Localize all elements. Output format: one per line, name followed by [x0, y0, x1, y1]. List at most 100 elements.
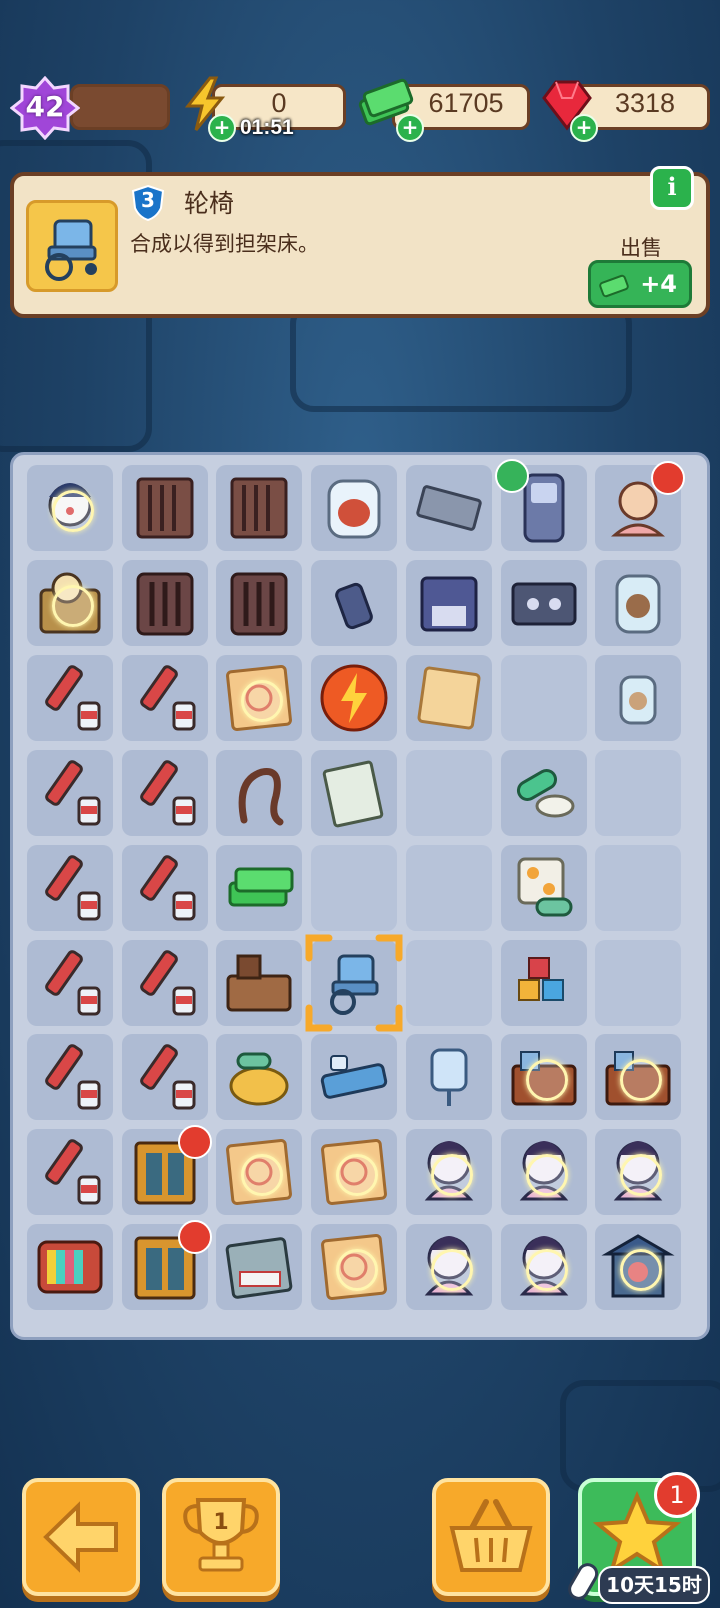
- back-button[interactable]: [22, 1478, 140, 1596]
- shop-basket-button[interactable]: [432, 1478, 550, 1596]
- old-paper-icon: [417, 666, 481, 730]
- syringe-icon: [45, 759, 101, 826]
- board-cell-syringe[interactable]: [27, 1034, 113, 1121]
- board-cell-floppy-disk[interactable]: [405, 559, 492, 646]
- board-cell-energy-orb[interactable]: [311, 654, 398, 741]
- board-cell-syringe[interactable]: [27, 654, 113, 741]
- sparkle-ring-icon: [241, 679, 284, 722]
- xp-bar[interactable]: [70, 84, 170, 130]
- board-cell-elevator[interactable]: [121, 1125, 212, 1216]
- wheelchair-icon: [45, 219, 97, 281]
- basket-icon: [449, 1499, 533, 1572]
- board-cell-doll-girl[interactable]: [595, 461, 686, 551]
- board-cell-cassette[interactable]: [500, 559, 587, 646]
- board-cell-broken-desk[interactable]: [216, 939, 303, 1026]
- sell-value: +4: [640, 270, 677, 298]
- cassette-icon: [511, 582, 576, 626]
- board-cell-desk-locked[interactable]: [595, 1034, 682, 1121]
- clock-badge-icon: [651, 461, 686, 495]
- board-cell-shrine[interactable]: [595, 1224, 682, 1311]
- board-cell-empty[interactable]: [405, 939, 492, 1026]
- board-cell-syringe[interactable]: [27, 749, 113, 836]
- board-cell-syringe[interactable]: [121, 749, 208, 836]
- board-cell-cage-door[interactable]: [216, 559, 303, 646]
- board-cell-film-strip[interactable]: [405, 465, 492, 551]
- syringe-icon: [45, 854, 101, 921]
- item-description: 合成以得到担架床。: [130, 232, 319, 256]
- board-cell-doll-clown[interactable]: [27, 465, 113, 551]
- board-cell-syringe[interactable]: [121, 844, 208, 931]
- board-cell-syringe[interactable]: [121, 939, 208, 1026]
- board-cell-syringe[interactable]: [27, 939, 113, 1026]
- board-cell-iv-bag[interactable]: [405, 1034, 492, 1121]
- board-cell-empty[interactable]: [311, 844, 398, 931]
- trophy-button[interactable]: 1: [162, 1478, 280, 1596]
- board-cell-pills[interactable]: [500, 749, 587, 836]
- board-cell-old-paper[interactable]: [405, 654, 492, 741]
- board-cell-pill-pack[interactable]: [500, 844, 587, 931]
- board-cell-hospital-bed[interactable]: [311, 1034, 398, 1121]
- board-cell-cage-door[interactable]: [121, 559, 208, 646]
- board-cell-cage[interactable]: [216, 465, 303, 551]
- board-cell-newspaper[interactable]: [311, 749, 398, 836]
- board-cell-syringe[interactable]: [121, 654, 208, 741]
- item-level: 3: [141, 188, 155, 212]
- board-cell-box-toys[interactable]: [27, 559, 113, 646]
- cash-stack-icon: [228, 867, 294, 907]
- board-cell-whip[interactable]: [216, 749, 303, 836]
- selection-frame: [305, 934, 403, 1031]
- item-info-panel: 3 轮椅 合成以得到担架床。 i 出售 +4: [10, 166, 710, 318]
- pill-pile-icon: [229, 1052, 289, 1106]
- jar-small-icon: [619, 675, 657, 725]
- board-cell-ghost-doll[interactable]: [595, 1129, 682, 1216]
- board-cell-map-treasure[interactable]: [311, 1129, 398, 1216]
- board-cell-map-treasure[interactable]: [216, 1129, 303, 1216]
- board-cell-desk-locked[interactable]: [500, 1034, 587, 1121]
- cage-icon: [136, 477, 194, 539]
- iv-bag-icon: [430, 1048, 468, 1107]
- info-button[interactable]: i: [650, 166, 694, 210]
- gem-add-button[interactable]: +: [570, 114, 598, 142]
- tv-set-icon: [37, 1240, 103, 1294]
- board-cell-empty[interactable]: [500, 654, 587, 741]
- sparkle-ring-icon: [336, 1249, 379, 1292]
- sparkle-ring-icon: [52, 490, 94, 532]
- board-cell-empty[interactable]: [405, 844, 492, 931]
- item-name: 轮椅: [184, 189, 235, 218]
- board-cell-syringe[interactable]: [27, 1129, 113, 1216]
- board-cell-pill-pile[interactable]: [216, 1034, 303, 1121]
- board-cell-toy-blocks[interactable]: [500, 939, 587, 1026]
- board-cell-usb-drive[interactable]: [311, 559, 398, 646]
- board-cell-cage[interactable]: [121, 465, 208, 551]
- jar-brain-icon: [615, 574, 661, 634]
- board-cell-map-treasure[interactable]: [311, 1224, 398, 1311]
- sell-button[interactable]: +4: [588, 260, 692, 308]
- board-cell-jar-heart[interactable]: [311, 465, 398, 551]
- board-cell-empty[interactable]: [595, 749, 682, 836]
- board-cell-ghost-doll[interactable]: [405, 1129, 492, 1216]
- board-cell-ghost-doll[interactable]: [405, 1224, 492, 1311]
- board-cell-empty[interactable]: [405, 749, 492, 836]
- board-cell-tv-set[interactable]: [27, 1224, 113, 1311]
- board-cell-cash-stack[interactable]: [216, 844, 303, 931]
- board-cell-jar-small[interactable]: [595, 654, 682, 741]
- cage-door-icon: [136, 572, 194, 636]
- trophy-icon: [183, 1498, 259, 1572]
- board-cell-ghost-doll[interactable]: [500, 1129, 587, 1216]
- board-cell-folder-deny[interactable]: [216, 1224, 303, 1311]
- board-cell-elevator[interactable]: [121, 1220, 212, 1311]
- board-cell-wheelchair[interactable]: [305, 934, 403, 1031]
- board-cell-syringe[interactable]: [27, 844, 113, 931]
- board-cell-jar-brain[interactable]: [595, 559, 682, 646]
- board-cell-ghost-doll[interactable]: [500, 1224, 587, 1311]
- toy-blocks-icon: [517, 956, 564, 1001]
- board-cell-map-treasure[interactable]: [216, 654, 303, 741]
- board-cell-walkie-talkie[interactable]: [494, 459, 587, 551]
- board-cell-syringe[interactable]: [121, 1034, 208, 1121]
- cash-add-button[interactable]: +: [396, 114, 424, 142]
- sparkle-ring-icon: [430, 1154, 473, 1197]
- board-cell-empty[interactable]: [595, 844, 682, 931]
- sparkle-ring-icon: [525, 1059, 568, 1102]
- board-cell-empty[interactable]: [595, 939, 682, 1026]
- energy-add-button[interactable]: +: [208, 114, 236, 142]
